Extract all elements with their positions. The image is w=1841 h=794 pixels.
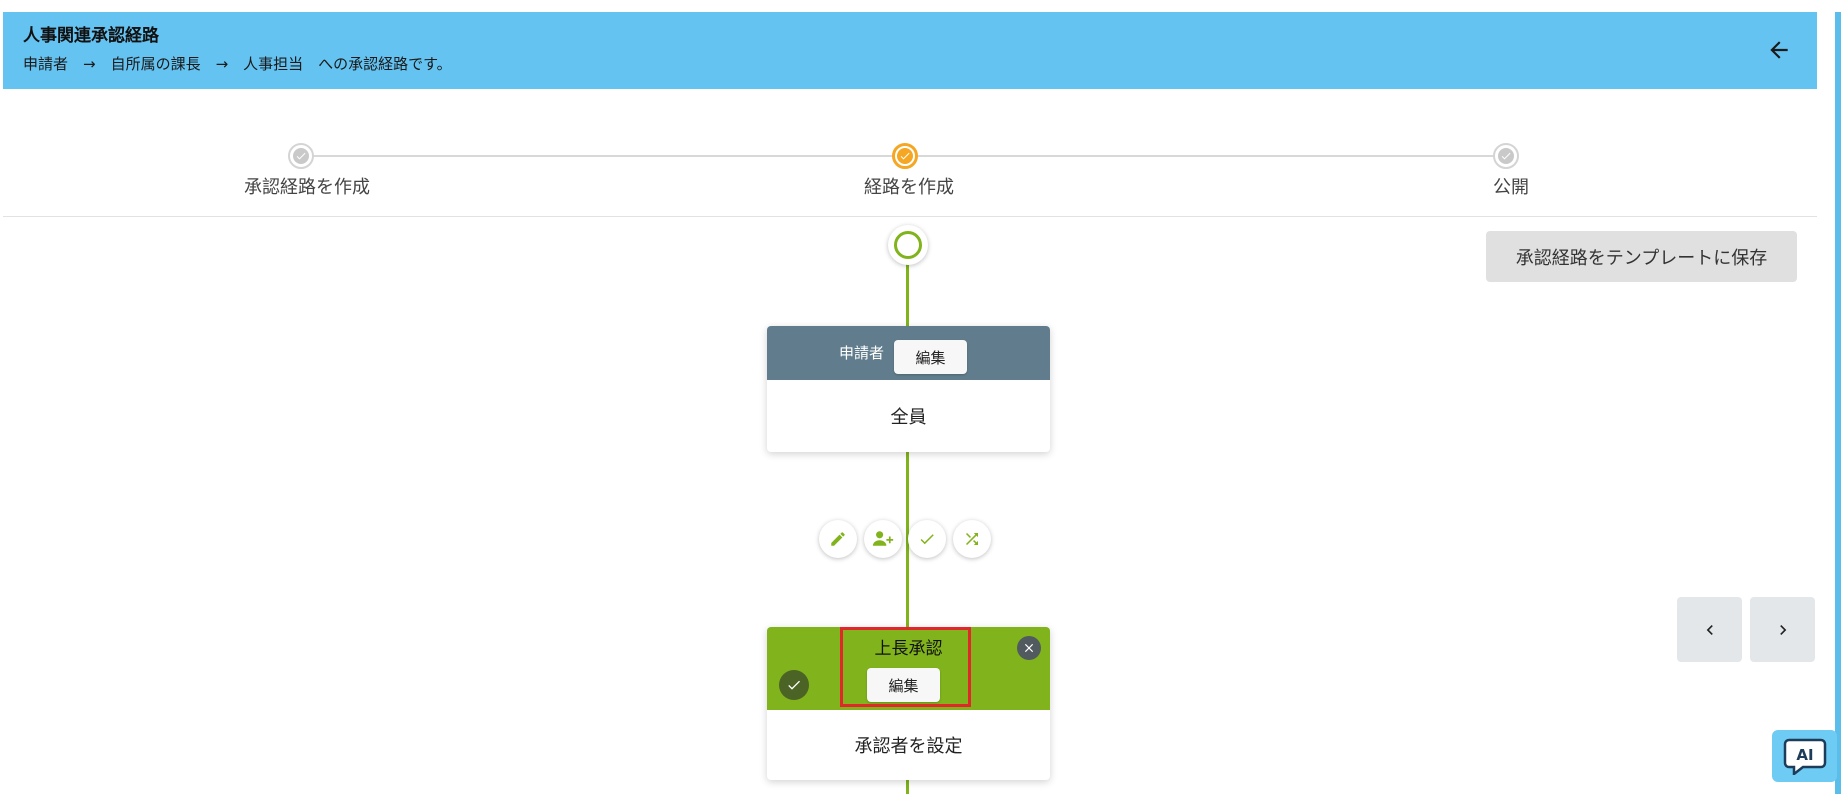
- top-strip: [0, 0, 1841, 12]
- start-node: [888, 225, 928, 265]
- step-1-label: 承認経路を作成: [244, 177, 370, 198]
- pencil-icon: [831, 532, 845, 546]
- shuffle-icon: [966, 533, 978, 545]
- back-button[interactable]: [1759, 30, 1799, 70]
- approval-route-editor: 人事関連承認経路 申請者 → 自所属の課長 → 人事担当 への承認経路です。 承…: [0, 0, 1841, 794]
- ai-chat-button[interactable]: AI: [1772, 730, 1837, 782]
- applicant-edit-button[interactable]: 編集: [894, 340, 967, 374]
- prev-button[interactable]: [1677, 597, 1742, 662]
- applicant-node-title: 申請者: [839, 344, 885, 362]
- edit-step-button[interactable]: [819, 520, 857, 558]
- right-edge-bar: [1835, 12, 1841, 794]
- add-approver-button[interactable]: [864, 520, 902, 558]
- applicant-node-header: 申請者 編集: [767, 326, 1050, 380]
- approval-status-toggle[interactable]: [779, 670, 809, 700]
- step-3-label: 公開: [1493, 177, 1529, 198]
- start-ring: [894, 231, 922, 259]
- save-template-button[interactable]: 承認経路をテンプレートに保存: [1486, 231, 1797, 282]
- step-1-indicator: [288, 143, 314, 169]
- add-user-icon: [872, 531, 894, 546]
- approval-node-title: 上長承認: [874, 639, 943, 659]
- delete-node-button[interactable]: [1017, 636, 1041, 660]
- chevron-left-icon: [1706, 624, 1713, 635]
- step-2-label: 経路を作成: [864, 177, 954, 198]
- check-icon: [920, 534, 934, 545]
- step-connector: [301, 155, 896, 157]
- check-icon: [1501, 152, 1511, 160]
- page-title: 人事関連承認経路: [23, 26, 159, 46]
- close-icon: [1024, 643, 1034, 653]
- step-3-indicator: [1493, 143, 1519, 169]
- add-branch-button[interactable]: [953, 520, 991, 558]
- ai-chat-icon: AI: [1783, 738, 1826, 775]
- check-icon: [788, 680, 800, 690]
- check-icon: [900, 152, 910, 160]
- flow-connector: [906, 262, 909, 328]
- approval-node-body[interactable]: 承認者を設定: [767, 710, 1050, 780]
- approval-edit-button[interactable]: 編集: [867, 668, 940, 702]
- header: 人事関連承認経路 申請者 → 自所属の課長 → 人事担当 への承認経路です。: [3, 12, 1817, 89]
- route-description: 申請者 → 自所属の課長 → 人事担当 への承認経路です。: [23, 55, 452, 73]
- applicant-node-body[interactable]: 全員: [767, 380, 1050, 452]
- check-icon: [296, 152, 306, 160]
- add-approval-button[interactable]: [908, 520, 946, 558]
- approval-node-header: 上長承認 編集: [767, 627, 1050, 710]
- ai-label: AI: [1796, 746, 1813, 764]
- chevron-right-icon: [1779, 624, 1786, 635]
- applicant-node: 申請者 編集 全員: [767, 326, 1050, 452]
- step-connector: [918, 155, 1503, 157]
- arrow-left-icon: [1770, 41, 1788, 59]
- flow-connector: [906, 778, 909, 794]
- step-2-indicator: [892, 143, 918, 169]
- stepper: 承認経路を作成 経路を作成 公開: [3, 89, 1817, 217]
- approval-node: 上長承認 編集 承認者を設定: [767, 627, 1050, 780]
- next-button[interactable]: [1750, 597, 1815, 662]
